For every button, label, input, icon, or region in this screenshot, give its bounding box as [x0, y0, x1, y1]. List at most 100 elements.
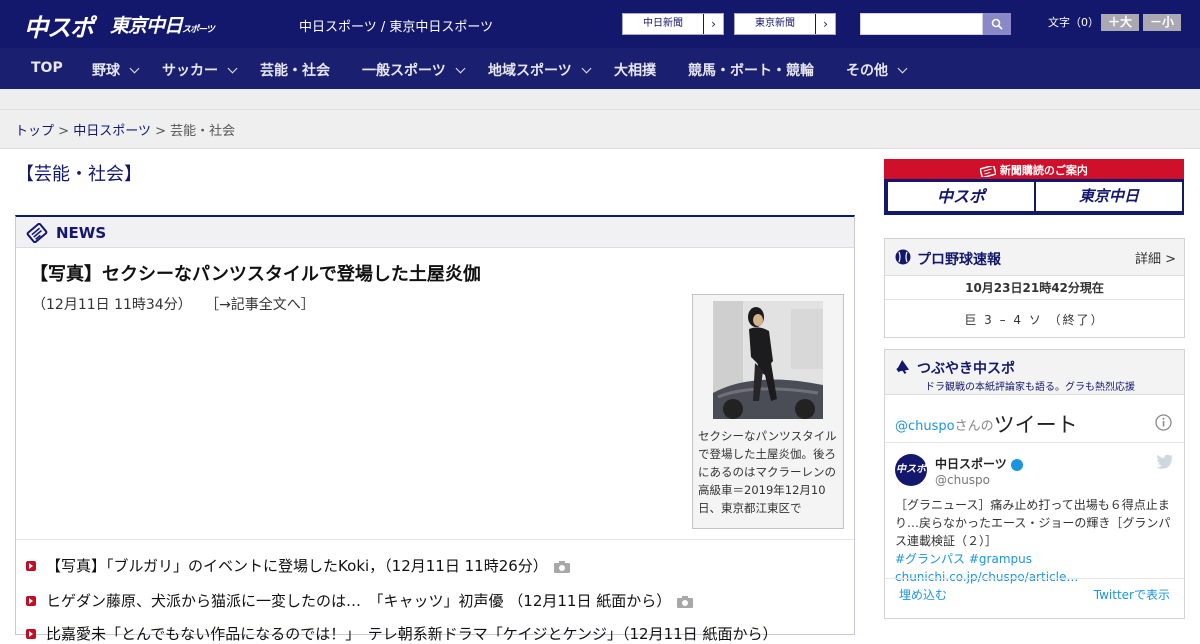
chunichi-shimbun-button[interactable]: 中日新聞 ›: [622, 13, 724, 35]
tweet-link[interactable]: chunichi.co.jp/chuspo/article…: [895, 570, 1078, 584]
verified-icon: [1010, 458, 1023, 471]
tweet-text: ［グラニュース］痛み止め打って出場も６得点止まり…戻らなかったエース・ジョーの輝…: [895, 498, 1171, 548]
font-size-label: 文字（0）: [1048, 16, 1099, 29]
twitter-card-subtitle: ドラ観戦の本紙評論家も語る。グラも熱烈応援: [925, 382, 1135, 393]
breadcrumb-current: 芸能・社会: [170, 124, 236, 139]
chuspo-logo[interactable]: 中スポ: [24, 8, 94, 43]
article-title[interactable]: 【写真】セクシーなパンツスタイルで登場した土屋炎伽: [30, 260, 481, 286]
tokyo-shimbun-button[interactable]: 東京新聞 ›: [734, 13, 836, 35]
nav-label: 地域スポーツ: [488, 63, 572, 79]
divider: [16, 539, 854, 540]
tokyo-shimbun-label: 東京新聞: [755, 18, 795, 29]
newspaper-icon: [26, 223, 48, 243]
ad-band: [0, 89, 1200, 110]
scores-header: プロ野球速報 詳細 >: [885, 239, 1184, 276]
search-input[interactable]: [860, 13, 983, 35]
avatar[interactable]: 中スポ: [895, 454, 927, 486]
nav-label: サッカー: [162, 63, 218, 79]
tweet-hashtags[interactable]: #グランパス #grampus: [895, 552, 1032, 566]
subscription-label[interactable]: 新聞購読のご案内: [884, 162, 1184, 178]
ticket-icon: [979, 164, 997, 178]
timeline-san: さんの: [954, 419, 994, 434]
bullet-arrow-icon: [26, 629, 36, 639]
search-button[interactable]: [983, 13, 1011, 35]
nav-item-top[interactable]: TOP: [31, 60, 63, 76]
tweet-author[interactable]: 中日スポーツ: [935, 455, 1023, 472]
news-item-text: 【写真】「ブルガリ」のイベントに登場したKoki，（12月11日 11時26分）: [46, 557, 548, 575]
view-on-twitter-link[interactable]: Twitterで表示: [1094, 586, 1170, 603]
photo-illustration: [713, 301, 823, 419]
nav-label: 競馬・ボート・競輪: [688, 63, 814, 79]
news-item-text: ヒゲダン藤原、犬派から猫派に一変したのは… 「キャッツ」初声優 （12月11日 …: [46, 592, 672, 610]
search-icon: [991, 18, 1003, 30]
scores-title: プロ野球速報: [917, 252, 1001, 268]
nav-item-entertainment[interactable]: 芸能・社会: [260, 60, 330, 80]
main-nav: TOP 野球 サッカー 芸能・社会 一般スポーツ 地域スポーツ 大相撲 競馬・ボ…: [0, 48, 1200, 89]
nav-label: TOP: [31, 60, 63, 76]
nav-label: 野球: [92, 63, 120, 79]
camera-icon: [677, 595, 694, 608]
timeline-header: @chuspoさんのツイート: [895, 407, 1078, 437]
nav-item-baseball[interactable]: 野球: [92, 60, 140, 80]
tokyo-chunichi-logo[interactable]: 東京中日スポーツ: [110, 11, 215, 38]
chevron-down-icon: [227, 63, 238, 74]
nav-label: 芸能・社会: [260, 63, 330, 79]
site-links[interactable]: 中日スポーツ / 東京中日スポーツ: [299, 16, 493, 35]
nav-label: 大相撲: [614, 63, 656, 79]
article-meta: （12月11日 11時34分） ［→記事全文へ］: [32, 294, 315, 314]
news-item-text: 比嘉愛未「とんでもない作品になるのでは！」 テレ朝系新ドラマ「ケイジとケンジ」（…: [46, 625, 778, 643]
scores-detail-link[interactable]: 詳細 >: [1135, 248, 1176, 267]
divider: [885, 299, 1184, 300]
baseball-icon: [895, 249, 911, 265]
timeline-handle[interactable]: @chuspo: [895, 419, 955, 434]
news-list-item[interactable]: 【写真】「ブルガリ」のイベントに登場したKoki，（12月11日 11時26分）: [26, 555, 570, 576]
tweet-body: ［グラニュース］痛み止め打って出場も６得点止まり…戻らなかったエース・ジョーの輝…: [895, 496, 1177, 586]
nav-item-racing[interactable]: 競馬・ボート・競輪: [688, 60, 814, 80]
chevron-down-icon: [455, 63, 466, 74]
nav-item-sumo[interactable]: 大相撲: [614, 60, 656, 80]
nav-label: その他: [846, 63, 888, 79]
breadcrumb-bar: トップ > 中日スポーツ > 芸能・社会: [0, 110, 1200, 149]
font-larger-button[interactable]: ＋大: [1101, 14, 1139, 31]
news-label: NEWS: [56, 224, 107, 242]
embed-link[interactable]: 埋め込む: [899, 586, 947, 603]
chevron-right-icon: ›: [815, 14, 835, 34]
tweet-handle[interactable]: @chuspo: [935, 473, 990, 487]
chevron-down-icon: [581, 63, 592, 74]
tokyo-logo-text: 東京中日: [110, 15, 183, 37]
subscribe-chuspo-link[interactable]: 中スポ: [888, 182, 1034, 211]
breadcrumb-top[interactable]: トップ: [15, 124, 54, 139]
breadcrumb-chuspo[interactable]: 中日スポーツ: [73, 124, 151, 139]
divider: [885, 578, 1184, 579]
nav-item-general-sports[interactable]: 一般スポーツ: [362, 60, 466, 80]
top-bar: 中スポ 東京中日スポーツ 中日スポーツ / 東京中日スポーツ 中日新聞 › 東京…: [0, 0, 1200, 48]
game-result[interactable]: 巨 3 – 4 ソ （終了）: [885, 311, 1184, 328]
author-name: 中日スポーツ: [935, 457, 1007, 471]
nav-item-soccer[interactable]: サッカー: [162, 60, 238, 80]
breadcrumb-separator: >: [155, 124, 166, 139]
tokyo-logo-small: スポーツ: [182, 25, 215, 35]
megaphone-icon: [896, 359, 910, 375]
divider: [885, 442, 1184, 443]
article-photo[interactable]: [713, 301, 823, 419]
scores-timestamp: 10月23日21時42分現在: [965, 281, 1104, 295]
timeline-tweets-label: ツイート: [993, 413, 1078, 437]
breadcrumb-separator: >: [58, 124, 70, 139]
twitter-bird-icon[interactable]: [1156, 454, 1174, 469]
nav-item-local-sports[interactable]: 地域スポーツ: [488, 60, 592, 80]
twitter-card-title: つぶやき中スポ: [917, 361, 1015, 377]
nav-label: 一般スポーツ: [362, 63, 446, 79]
chunichi-shimbun-label: 中日新聞: [643, 18, 683, 29]
news-header: NEWS: [16, 217, 854, 248]
bullet-arrow-icon: [26, 561, 36, 571]
font-smaller-button[interactable]: －小: [1143, 14, 1181, 31]
article-full-link[interactable]: ［→記事全文へ］: [205, 297, 315, 313]
chevron-down-icon: [129, 63, 140, 74]
info-icon[interactable]: [1155, 414, 1172, 431]
news-list-item[interactable]: 比嘉愛未「とんでもない作品になるのでは！」 テレ朝系新ドラマ「ケイジとケンジ」（…: [26, 623, 777, 644]
breadcrumb: トップ > 中日スポーツ > 芸能・社会: [15, 120, 235, 139]
subscribe-tokyo-link[interactable]: 東京中日: [1036, 182, 1182, 211]
news-list-item[interactable]: ヒゲダン藤原、犬派から猫派に一変したのは… 「キャッツ」初声優 （12月11日 …: [26, 590, 694, 611]
nav-item-other[interactable]: その他: [846, 60, 908, 80]
bullet-arrow-icon: [26, 596, 36, 606]
